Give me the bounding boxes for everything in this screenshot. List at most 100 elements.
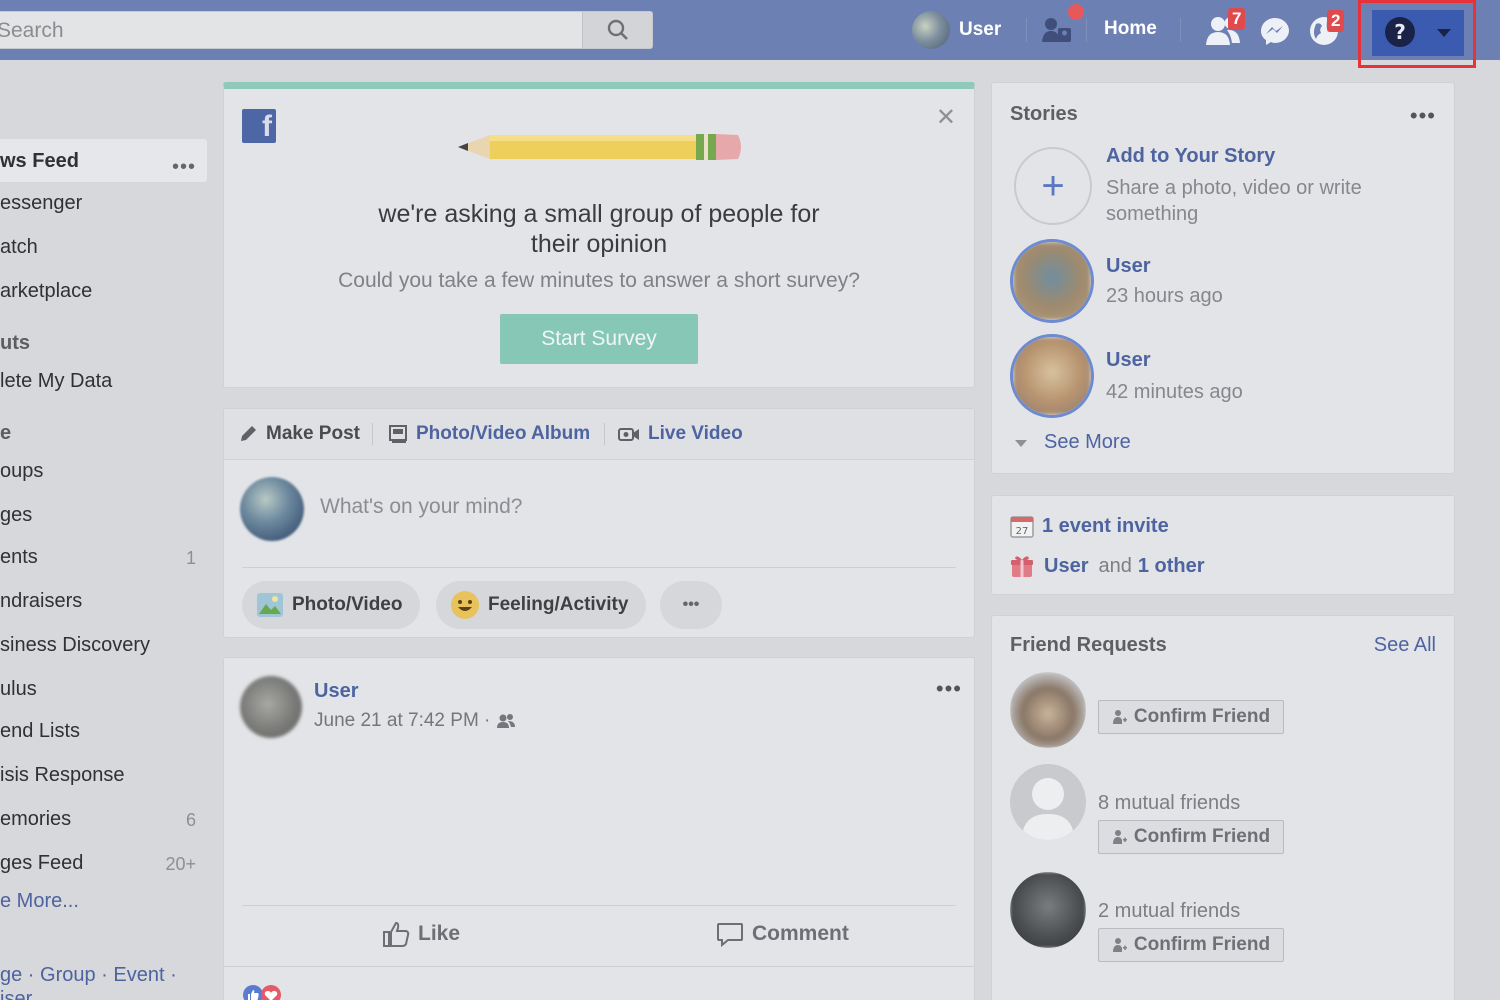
avatar[interactable]	[1010, 672, 1086, 748]
story-thumbnail[interactable]	[1010, 239, 1094, 323]
event-invite-row[interactable]: 27 1 event invite	[1010, 514, 1169, 538]
birthday-connector: and	[1098, 554, 1132, 577]
divider	[242, 567, 956, 568]
more-options-button[interactable]: •••	[660, 581, 722, 629]
sidebar-count: 6	[185, 810, 196, 830]
add-friend-icon	[1112, 830, 1127, 844]
sidebar-item-groups[interactable]: oups	[0, 460, 43, 483]
notifications-badge: 2	[1327, 10, 1345, 32]
post-composer: Make Post Photo/Video Album Live Video W…	[223, 408, 975, 638]
comment-button[interactable]: Comment	[716, 920, 849, 948]
tab-label: Make Post	[266, 423, 360, 444]
find-friends-button[interactable]	[1038, 4, 1084, 50]
story-user-name[interactable]: User	[1106, 349, 1150, 372]
more-options-icon[interactable]: •••	[172, 156, 196, 179]
add-friend-icon	[1112, 710, 1127, 724]
stories-heading: Stories	[1010, 103, 1078, 125]
search-bar[interactable]: Search	[0, 11, 653, 49]
divider	[604, 423, 605, 445]
avatar[interactable]	[1010, 872, 1086, 948]
birthday-others-link[interactable]: 1 other	[1138, 555, 1205, 578]
feeling-activity-button[interactable]: Feeling/Activity	[436, 581, 647, 629]
status-input[interactable]: What's on your mind?	[320, 495, 522, 519]
sidebar-create-links-2[interactable]: iser	[0, 988, 32, 1000]
story-thumbnail[interactable]	[1010, 334, 1094, 418]
sidebar-item-pages[interactable]: ges	[0, 504, 32, 527]
survey-title: we're asking a small group of people for…	[378, 200, 820, 258]
see-more-stories[interactable]: See More	[1014, 431, 1131, 454]
sidebar-item-news-feed[interactable]: ws Feed	[0, 150, 79, 173]
sidebar-item-pages-feed[interactable]: ges Feed	[0, 852, 83, 875]
confirm-friend-button[interactable]: Confirm Friend	[1098, 928, 1284, 962]
facebook-logo-icon: f	[242, 109, 276, 143]
sidebar-item-messenger[interactable]: essenger	[0, 192, 82, 215]
find-friends-icon	[1042, 18, 1071, 42]
divider	[242, 905, 956, 906]
sidebar-item-oculus[interactable]: ulus	[0, 678, 37, 701]
story-user-name[interactable]: User	[1106, 255, 1150, 278]
divider	[372, 423, 373, 445]
sidebar-item-events[interactable]: ents	[0, 546, 38, 569]
home-link[interactable]: Home	[1104, 18, 1157, 40]
avatar[interactable]	[1010, 764, 1086, 840]
tab-label: Photo/Video Album	[416, 423, 591, 444]
sidebar-item-memories[interactable]: emories	[0, 808, 71, 831]
photo-video-button[interactable]: Photo/Video	[242, 581, 421, 629]
add-story-button[interactable]: +	[1014, 147, 1092, 225]
add-story-subtitle: Share a photo, video or write something	[1106, 177, 1362, 225]
search-button[interactable]	[582, 12, 652, 48]
gift-icon	[1011, 556, 1033, 577]
comment-label: Comment	[752, 922, 849, 945]
sidebar-see-more[interactable]: e More...	[0, 890, 79, 913]
more-options-icon[interactable]: •••	[936, 676, 962, 702]
survey-card: f ✕ we're asking a small group of people…	[223, 82, 975, 388]
confirm-label: Confirm Friend	[1133, 826, 1271, 847]
event-invite-link[interactable]: 1 event invite	[1042, 515, 1169, 538]
avatar[interactable]	[240, 676, 302, 738]
post-timestamp[interactable]: June 21 at 7:42 PM ·	[314, 710, 490, 732]
post-author[interactable]: User	[314, 680, 358, 703]
see-all-link[interactable]: See All	[1374, 634, 1436, 657]
profile-link[interactable]: User	[912, 11, 1001, 49]
more-options-icon[interactable]: •••	[1410, 103, 1436, 129]
sidebar-item-friend-lists[interactable]: end Lists	[0, 720, 80, 743]
confirm-label: Confirm Friend	[1133, 934, 1271, 955]
comment-icon	[717, 923, 743, 948]
birthday-user-link[interactable]: User	[1044, 555, 1088, 578]
sidebar-item-marketplace[interactable]: arketplace	[0, 280, 92, 303]
friend-requests-badge: 7	[1228, 8, 1246, 30]
add-story-title[interactable]: Add to Your Story	[1106, 145, 1275, 168]
start-survey-button[interactable]: Start Survey	[500, 314, 698, 364]
tab-live-video[interactable]: Live Video	[618, 423, 743, 445]
friends-audience-icon[interactable]	[496, 713, 516, 729]
friend-requests-button[interactable]: 7	[1204, 8, 1246, 50]
stories-card: Stories ••• + Add to Your Story Share a …	[991, 82, 1455, 474]
tab-make-post[interactable]: Make Post	[238, 423, 360, 445]
notifications-button[interactable]: 2	[1305, 10, 1345, 50]
search-input[interactable]: Search	[0, 19, 64, 43]
sidebar-item-shortcut[interactable]: lete My Data	[0, 370, 112, 393]
messenger-button[interactable]	[1256, 12, 1294, 50]
mutual-friends-count[interactable]: 8 mutual friends	[1098, 792, 1240, 815]
sidebar-item-watch[interactable]: atch	[0, 236, 38, 259]
sidebar-create-links[interactable]: ge · Group · Event ·	[0, 964, 177, 987]
pencil-icon	[241, 426, 256, 441]
pencil-icon	[458, 134, 741, 160]
divider	[1180, 18, 1181, 42]
close-icon[interactable]: ✕	[936, 103, 956, 132]
reactions-summary[interactable]	[242, 984, 282, 1000]
more-dots-icon: •••	[682, 596, 700, 613]
birthday-row: User and 1 other	[1010, 554, 1205, 578]
confirm-friend-button[interactable]: Confirm Friend	[1098, 700, 1284, 734]
avatar	[912, 11, 950, 49]
like-button[interactable]: Like	[382, 920, 460, 948]
profile-name: User	[959, 19, 1002, 40]
friend-requests-card: Friend Requests See All Confirm Friend 8…	[991, 615, 1455, 1000]
mutual-friends-count[interactable]: 2 mutual friends	[1098, 900, 1240, 923]
tab-photo-video-album[interactable]: Photo/Video Album	[388, 423, 590, 445]
sidebar-item-business-discovery[interactable]: siness Discovery	[0, 634, 150, 657]
highlight-box	[1358, 0, 1476, 68]
confirm-friend-button[interactable]: Confirm Friend	[1098, 820, 1284, 854]
sidebar-item-crisis-response[interactable]: isis Response	[0, 764, 125, 787]
sidebar-item-fundraisers[interactable]: ndraisers	[0, 590, 82, 613]
